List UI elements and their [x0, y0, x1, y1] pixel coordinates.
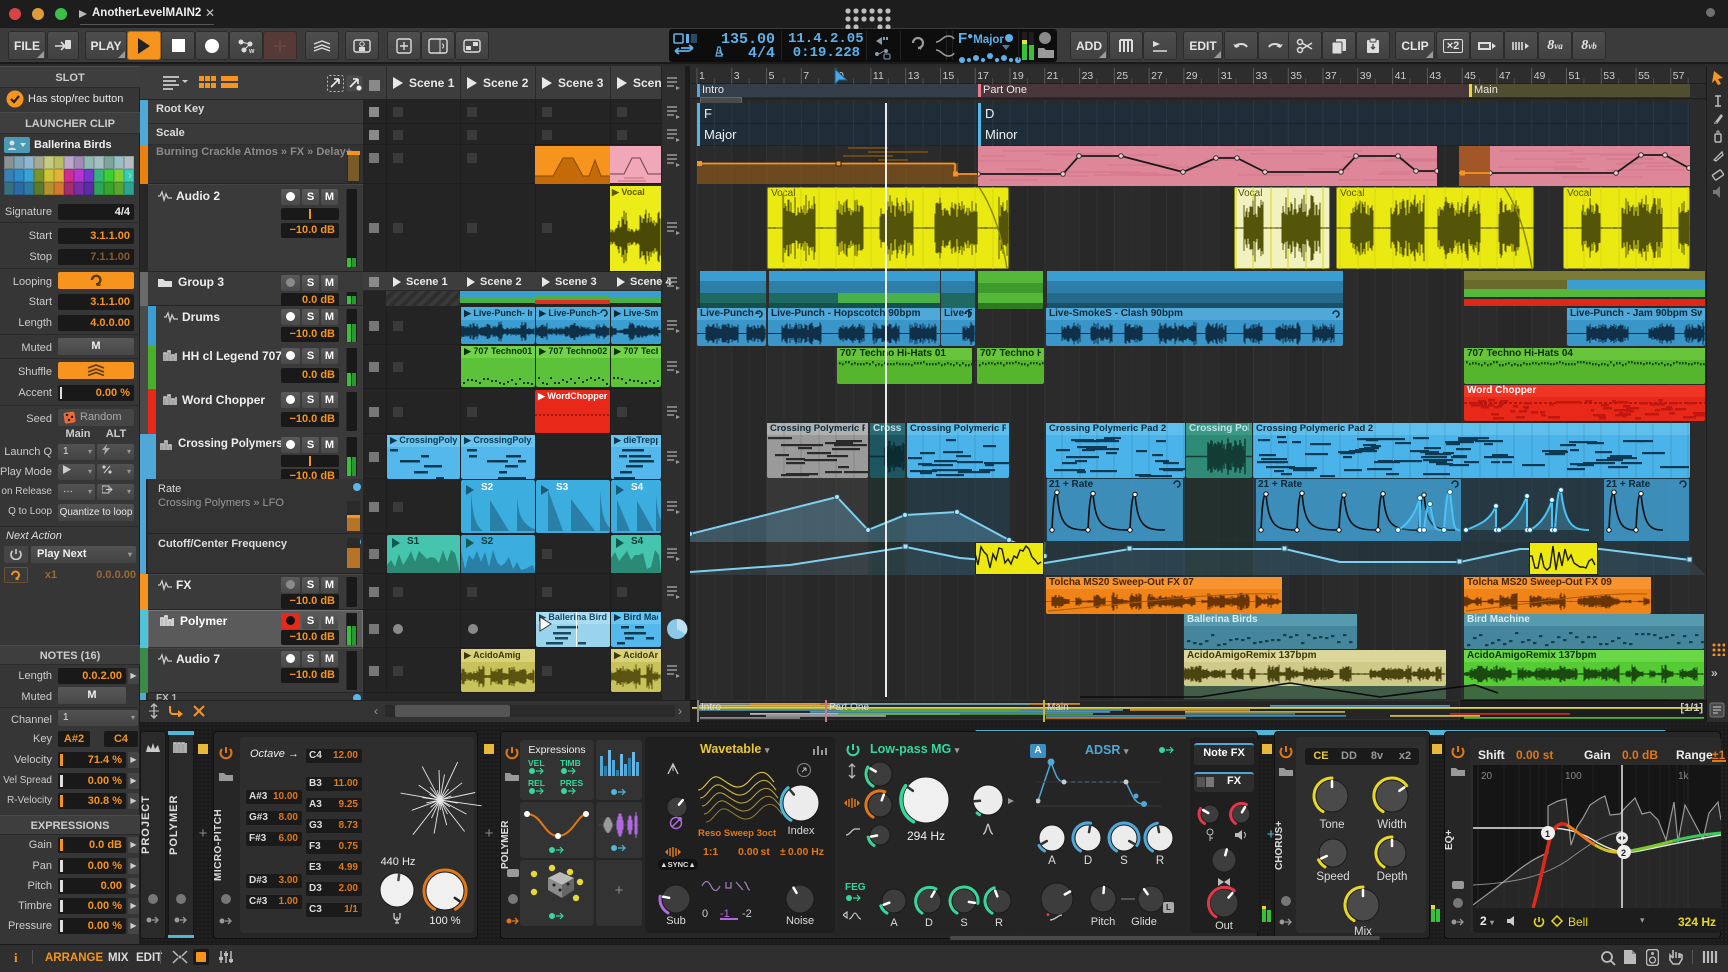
svg-text:27: 27 [1151, 70, 1163, 82]
svg-text:17: 17 [977, 70, 989, 82]
svg-text:55: 55 [1638, 70, 1650, 82]
svg-text:19: 19 [1012, 70, 1024, 82]
svg-text:15: 15 [943, 70, 955, 82]
svg-text:57: 57 [1673, 70, 1685, 82]
svg-text:100: 100 [1565, 771, 1582, 782]
svg-text:1: 1 [699, 70, 705, 82]
svg-text:51: 51 [1569, 70, 1581, 82]
svg-text:47: 47 [1499, 70, 1511, 82]
svg-text:2: 2 [1621, 848, 1626, 858]
svg-text:39: 39 [1360, 70, 1372, 82]
svg-text:20: 20 [1481, 771, 1493, 782]
svg-text:45: 45 [1464, 70, 1476, 82]
svg-text:1: 1 [1545, 829, 1550, 839]
svg-text:37: 37 [1325, 70, 1337, 82]
svg-text:29: 29 [1186, 70, 1198, 82]
svg-text:35: 35 [1290, 70, 1302, 82]
svg-text:13: 13 [908, 70, 920, 82]
svg-text:49: 49 [1534, 70, 1546, 82]
svg-text:41: 41 [1395, 70, 1407, 82]
svg-text:43: 43 [1429, 70, 1441, 82]
svg-text:11: 11 [873, 70, 884, 82]
svg-text:1k: 1k [1678, 771, 1690, 782]
svg-text:3: 3 [734, 70, 740, 82]
svg-text:5: 5 [769, 70, 775, 82]
svg-text:21: 21 [1047, 70, 1059, 82]
svg-text:w: w [248, 48, 255, 54]
svg-text:23: 23 [1082, 70, 1094, 82]
svg-text:31: 31 [1221, 70, 1233, 82]
svg-text:33: 33 [1256, 70, 1268, 82]
svg-text:7: 7 [803, 70, 809, 82]
svg-text:53: 53 [1603, 70, 1615, 82]
svg-text:25: 25 [1116, 70, 1128, 82]
